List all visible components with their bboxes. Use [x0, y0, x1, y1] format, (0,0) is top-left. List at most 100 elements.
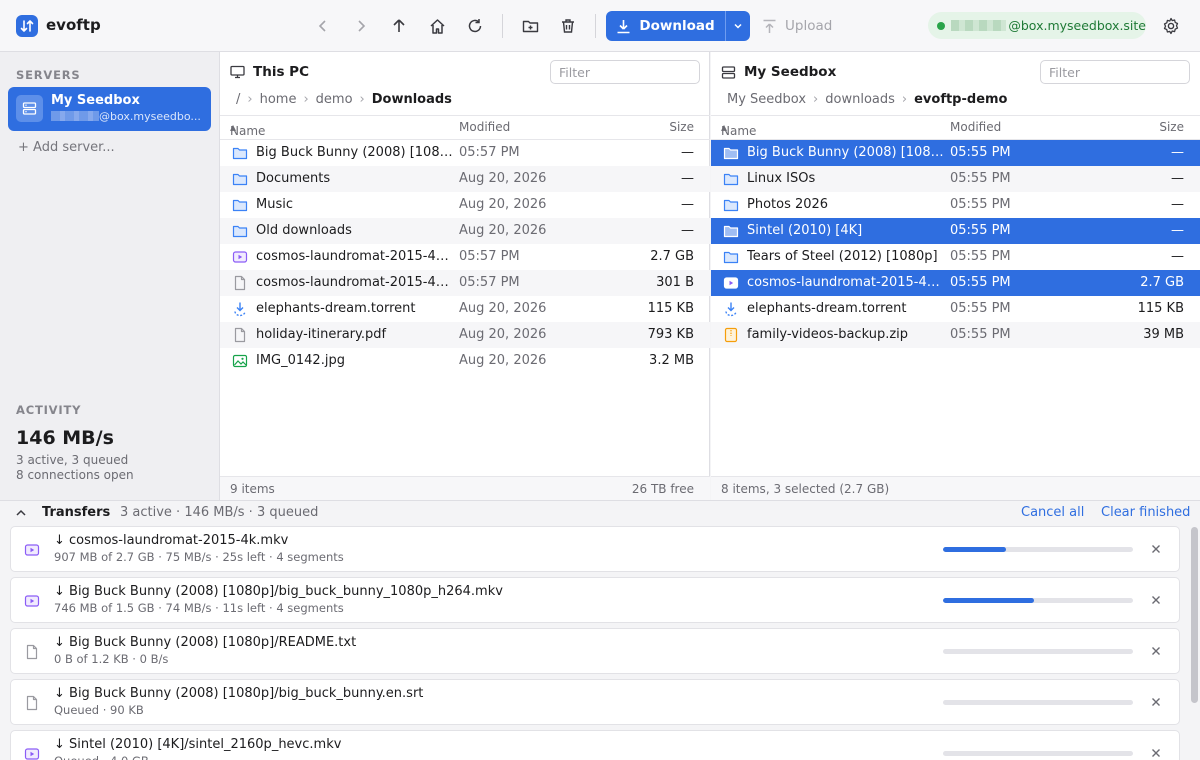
- connection-status-pill[interactable]: @box.myseedbox.site: [928, 12, 1146, 39]
- file-row[interactable]: Sintel (2010) [4K] 05:55 PM —: [711, 218, 1200, 244]
- breadcrumb-item[interactable]: My Seedbox: [727, 92, 806, 107]
- chevron-up-icon[interactable]: [15, 508, 27, 518]
- transfer-item[interactable]: ↓ Big Buck Bunny (2008) [1080p]/big_buck…: [10, 679, 1180, 725]
- up-directory-button[interactable]: [385, 12, 413, 40]
- delete-button[interactable]: [554, 12, 582, 40]
- file-row[interactable]: Tears of Steel (2012) [1080p] 05:55 PM —: [711, 244, 1200, 270]
- remote-pane-title: My Seedbox: [721, 64, 836, 80]
- folder-icon: [723, 249, 739, 265]
- file-row[interactable]: Big Buck Bunny (2008) [1080p] 05:55 PM —: [711, 140, 1200, 166]
- transfer-detail: 746 MB of 1.5 GB · 74 MB/s · 11s left · …: [54, 601, 344, 615]
- file-row[interactable]: elephants-dream.torrent Aug 20, 2026 115 K…: [220, 296, 710, 322]
- breadcrumb: / › home › demo › Downloads: [236, 92, 452, 107]
- sidebar-item-my-seedbox[interactable]: My Seedbox @box.myseedbo...: [8, 87, 211, 131]
- file-row[interactable]: Documents Aug 20, 2026 —: [220, 166, 710, 192]
- modified-column-header[interactable]: Modified: [950, 120, 1001, 134]
- breadcrumb-item[interactable]: /: [236, 92, 240, 107]
- file-row[interactable]: Old downloads Aug 20, 2026 —: [220, 218, 710, 244]
- forward-button[interactable]: [347, 12, 375, 40]
- refresh-button[interactable]: [461, 12, 489, 40]
- file-modified: 05:55 PM: [950, 171, 1011, 186]
- folder-icon: [232, 171, 248, 187]
- local-item-count: 9 items: [230, 482, 275, 496]
- file-size: —: [1171, 223, 1184, 238]
- transfer-item[interactable]: ↓ Big Buck Bunny (2008) [1080p]/README.t…: [10, 628, 1180, 674]
- file-icon: [24, 644, 40, 660]
- file-row[interactable]: cosmos-laundromat-2015-4k.mkv.part05:57 …: [220, 270, 710, 296]
- archive-icon: [723, 327, 739, 343]
- breadcrumb-item[interactable]: downloads: [825, 92, 895, 107]
- file-name: elephants-dream.torrent: [747, 301, 907, 316]
- clear-finished-button[interactable]: Clear finished: [1101, 505, 1190, 520]
- size-column-header[interactable]: Size: [1159, 120, 1184, 134]
- add-server-button[interactable]: + Add server...: [18, 140, 115, 155]
- breadcrumb-current: Downloads: [371, 92, 452, 107]
- download-options-button[interactable]: [726, 11, 750, 41]
- folder-icon: [232, 145, 248, 161]
- close-icon: [1152, 647, 1160, 655]
- file-size: 2.7 GB: [650, 249, 694, 264]
- download-button[interactable]: Download: [606, 11, 726, 41]
- file-row[interactable]: IMG_0142.jpg Aug 20, 2026 3.2 MB: [220, 348, 710, 374]
- file-row[interactable]: cosmos-laundromat-2015-4k.mkv 05:55 PM 2.7…: [711, 270, 1200, 296]
- file-row[interactable]: elephants-dream.torrent 05:55 PM 115 KB: [711, 296, 1200, 322]
- transfer-item[interactable]: ↓ Sintel (2010) [4K]/sintel_2160p_hevc.m…: [10, 730, 1180, 760]
- breadcrumb-item[interactable]: demo: [316, 92, 353, 107]
- home-button[interactable]: [423, 12, 451, 40]
- size-column-header[interactable]: Size: [669, 120, 694, 134]
- new-folder-button[interactable]: [516, 12, 544, 40]
- folder-icon: [232, 197, 248, 213]
- file-modified: 05:55 PM: [950, 223, 1011, 238]
- cancel-all-button[interactable]: Cancel all: [1021, 505, 1084, 520]
- cancel-transfer-button[interactable]: [1148, 643, 1164, 659]
- transfer-item[interactable]: ↓ cosmos-laundromat-2015-4k.mkv 907 MB of…: [10, 526, 1180, 572]
- cancel-transfer-button[interactable]: [1148, 745, 1164, 760]
- cancel-transfer-button[interactable]: [1148, 541, 1164, 557]
- folder-icon: [723, 145, 739, 161]
- scrollbar-thumb[interactable]: [1191, 527, 1198, 703]
- file-row[interactable]: Music Aug 20, 2026 —: [220, 192, 710, 218]
- name-column-header[interactable]: Name ▴: [230, 120, 265, 138]
- file-row[interactable]: Big Buck Bunny (2008) [1080p] 05:57 PM —: [220, 140, 710, 166]
- local-file-list: Big Buck Bunny (2008) [1080p] 05:57 PM — Do…: [220, 140, 710, 374]
- download-icon: [617, 19, 630, 33]
- upload-button[interactable]: Upload: [762, 12, 832, 40]
- remote-filter-input[interactable]: [1040, 60, 1190, 84]
- transfer-item[interactable]: ↓ Big Buck Bunny (2008) [1080p]/big_buck…: [10, 577, 1180, 623]
- cancel-transfer-button[interactable]: [1148, 592, 1164, 608]
- local-filter-input[interactable]: [550, 60, 700, 84]
- file-modified: 05:57 PM: [459, 275, 520, 290]
- settings-button[interactable]: [1157, 12, 1185, 40]
- app-logo-icon: [16, 15, 38, 37]
- file-row[interactable]: Linux ISOs 05:55 PM —: [711, 166, 1200, 192]
- file-size: —: [1171, 171, 1184, 186]
- folder-icon: [723, 197, 739, 213]
- cancel-transfer-button[interactable]: [1148, 694, 1164, 710]
- file-row[interactable]: cosmos-laundromat-2015-4k.mkv 05:57 PM 2.7…: [220, 244, 710, 270]
- back-button[interactable]: [309, 12, 337, 40]
- folder-plus-icon: [522, 20, 538, 33]
- toolbar-divider: [502, 14, 503, 38]
- close-icon: [1152, 596, 1160, 604]
- modified-column-header[interactable]: Modified: [459, 120, 510, 134]
- file-modified: Aug 20, 2026: [459, 353, 547, 368]
- file-row[interactable]: holiday-itinerary.pdf Aug 20, 2026 793 KB: [220, 322, 710, 348]
- transfers-header: Transfers 3 active · 146 MB/s · 3 queued…: [0, 501, 1200, 525]
- server-icon: [16, 95, 43, 122]
- file-name: cosmos-laundromat-2015-4k.mkv.part: [256, 275, 456, 290]
- breadcrumb-item[interactable]: home: [260, 92, 297, 107]
- file-modified: 05:55 PM: [950, 275, 1011, 290]
- transfer-progress-bar: [943, 649, 1133, 654]
- arrow-up-icon: [393, 19, 405, 32]
- file-row[interactable]: family-videos-backup.zip 05:55 PM 39 MB: [711, 322, 1200, 348]
- progress-fill: [943, 598, 1035, 603]
- app-name: evoftp: [46, 16, 101, 34]
- folder-icon: [232, 223, 248, 239]
- name-column-header[interactable]: Name ▴: [721, 120, 756, 138]
- file-row[interactable]: Photos 2026 05:55 PM —: [711, 192, 1200, 218]
- transfer-progress-bar: [943, 598, 1133, 603]
- file-size: —: [1171, 197, 1184, 212]
- connection-host: @box.myseedbox.site: [1008, 18, 1146, 33]
- close-icon: [1152, 545, 1160, 553]
- folder-icon: [723, 223, 739, 239]
